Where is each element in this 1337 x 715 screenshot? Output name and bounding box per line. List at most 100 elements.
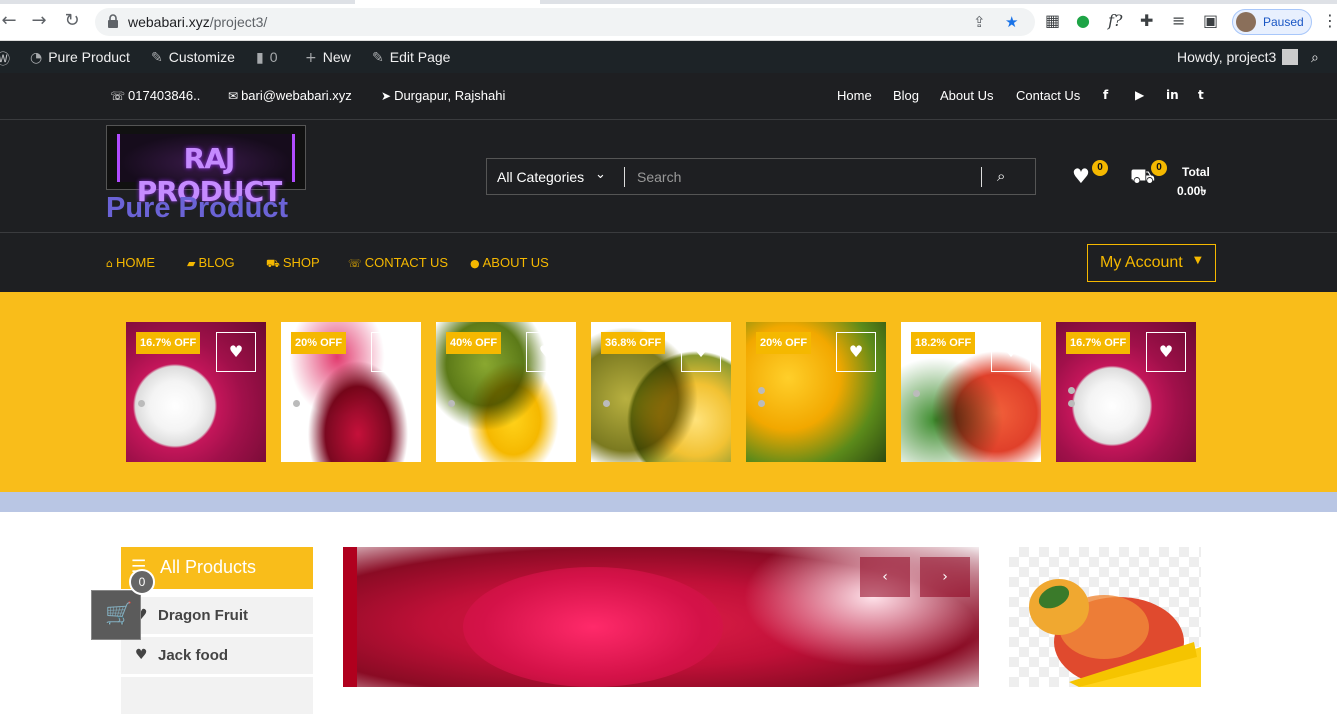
product-card[interactable]: 20% OFF ♥ <box>746 322 886 462</box>
plus-icon: + <box>305 50 317 66</box>
reading-list-icon[interactable]: ≡ <box>1172 12 1185 30</box>
avatar <box>1236 12 1256 32</box>
tab-strip <box>0 0 1337 4</box>
phone-volume-icon: ☏ <box>348 257 362 270</box>
comment-icon: ▮ <box>256 50 264 66</box>
all-products-label: All Products <box>160 557 257 577</box>
grid-extension-icon[interactable]: ▦ <box>1045 12 1060 30</box>
email-info[interactable]: ✉ bari@webabari.xyz <box>228 88 352 103</box>
search-icon[interactable]: ⌕ <box>1311 49 1325 66</box>
discount-badge: 20% OFF <box>756 332 812 354</box>
top-link-home[interactable]: Home <box>837 88 872 103</box>
product-card[interactable]: 16.7% OFF ♥ <box>1056 322 1196 462</box>
product-card[interactable]: 18.2% OFF ♥ <box>901 322 1041 462</box>
address-bar[interactable]: webabari.xyz/project3/ ⇪ ★ <box>95 8 1035 36</box>
product-banner: 16.7% OFF ♥ 20% OFF ♥ 40% OFF ♥ 36.8% OF… <box>0 292 1337 492</box>
new-content-link[interactable]: + New <box>305 49 351 66</box>
top-link-blog[interactable]: Blog <box>893 88 919 103</box>
nav-home[interactable]: ⌂ HOME <box>106 255 155 270</box>
cart-count-badge: 0 <box>1151 160 1167 176</box>
puzzle-icon[interactable]: ✚ <box>1140 12 1153 30</box>
mango-promo-image[interactable] <box>1009 547 1201 687</box>
facebook-icon[interactable]: f <box>1103 88 1108 102</box>
sidebar-item-more[interactable] <box>121 677 313 715</box>
product-card[interactable]: 40% OFF ♥ <box>436 322 576 462</box>
wordpress-logo-icon[interactable]: Ⓦ <box>0 49 16 68</box>
lock-icon <box>108 14 118 28</box>
product-card[interactable]: 16.7% OFF ♥ <box>126 322 266 462</box>
menu-icon[interactable]: ⋮ <box>1322 12 1337 30</box>
divider-stripe <box>0 492 1337 512</box>
nav-blog[interactable]: ▰ BLOG <box>187 255 235 270</box>
share-icon[interactable]: ⇪ <box>973 13 986 31</box>
linkedin-icon[interactable]: in <box>1166 88 1179 102</box>
main-navigation: ⌂ HOME ▰ BLOG ⛟ SHOP ☏ CONTACT US ● ABOUT US … <box>0 233 1337 292</box>
wishlist-heart-icon[interactable]: ♥ <box>836 332 876 372</box>
shopping-cart-icon: 🛒 <box>105 602 133 627</box>
wishlist-heart-icon[interactable]: ♥ <box>1146 332 1186 372</box>
top-link-about[interactable]: About Us <box>940 88 993 103</box>
floating-cart-count: 0 <box>129 569 155 595</box>
sidebar-item-label: Dragon Fruit <box>158 607 248 624</box>
admin-site-link[interactable]: ◔ Pure Product <box>30 49 130 66</box>
nav-about[interactable]: ● ABOUT US <box>470 255 549 270</box>
hero-slider: ‹ › <box>343 547 979 687</box>
sidebar-item-label: Jack food <box>158 647 229 664</box>
product-card[interactable]: 36.8% OFF ♥ <box>591 322 731 462</box>
twitter-icon[interactable]: t <box>1198 88 1204 102</box>
cart-total-label: Total <box>1182 165 1210 179</box>
slider-prev-icon[interactable]: ‹ <box>860 557 910 597</box>
wishlist-heart-icon[interactable]: ♥ <box>681 332 721 372</box>
heart-icon: ♥ <box>135 647 148 663</box>
youtube-icon[interactable]: ▶ <box>1135 88 1144 102</box>
phone-icon: ☏ <box>110 89 126 103</box>
envelope-icon: ✉ <box>228 89 239 103</box>
floating-cart-button[interactable]: 🛒 <box>91 590 141 640</box>
location-info: ➤ Durgapur, Rajshahi <box>381 88 506 103</box>
side-panel-icon[interactable]: ▣ <box>1203 12 1218 30</box>
wishlist-heart-icon[interactable]: ♥ <box>991 332 1031 372</box>
top-link-contact[interactable]: Contact Us <box>1016 88 1080 103</box>
sidebar-item-jack-food[interactable]: ♥ Jack food <box>121 637 313 675</box>
wp-admin-bar: Ⓦ ◔ Pure Product ✎ Customize ▮ 0 + New ✎ Edit… <box>0 41 1337 73</box>
discount-badge: 36.8% OFF <box>601 332 666 354</box>
forward-icon[interactable]: → <box>30 12 48 30</box>
discount-badge: 16.7% OFF <box>1066 332 1131 354</box>
wishlist-heart-icon[interactable]: ♥ <box>216 332 256 372</box>
my-account-label: My Account <box>1100 254 1183 271</box>
slider-next-icon[interactable]: › <box>920 557 970 597</box>
wishlist-heart-icon[interactable]: ♥ <box>371 332 411 372</box>
location-arrow-icon: ➤ <box>381 89 392 103</box>
reload-icon[interactable]: ↻ <box>63 12 81 30</box>
wishlist-heart-icon[interactable]: ♥ <box>1072 164 1090 188</box>
product-card[interactable]: 20% OFF ♥ <box>281 322 421 462</box>
customize-link[interactable]: ✎ Customize <box>151 49 235 66</box>
function-extension-icon[interactable]: f? <box>1108 12 1123 30</box>
site-header: RAJ PRODUCT Pure Product All Categories … <box>0 120 1337 233</box>
back-icon[interactable]: ← <box>0 12 18 30</box>
nav-contact[interactable]: ☏ CONTACT US <box>348 255 448 270</box>
chevron-down-icon[interactable]: ⌄ <box>595 167 606 182</box>
category-select[interactable]: All Categories <box>497 169 584 185</box>
site-title[interactable]: Pure Product <box>106 192 288 225</box>
discount-badge: 18.2% OFF <box>911 332 976 354</box>
my-account-dropdown[interactable]: My Account ▼ <box>1087 244 1216 282</box>
wishlist-heart-icon[interactable]: ♥ <box>526 332 566 372</box>
search-input[interactable] <box>637 166 957 188</box>
sidebar-item-dragon-fruit[interactable]: ♥ Dragon Fruit <box>121 597 313 635</box>
home-icon: ⌂ <box>106 257 113 270</box>
howdy-user[interactable]: Howdy, project3 <box>1177 49 1299 65</box>
edit-page-link[interactable]: ✎ Edit Page <box>372 49 450 66</box>
dashboard-icon: ◔ <box>30 50 43 66</box>
top-info-bar: ☏ 017403846.. ✉ bari@webabari.xyz ➤ Durgapu… <box>0 73 1337 120</box>
user-avatar <box>1282 49 1299 65</box>
profile-button[interactable]: Paused <box>1232 9 1312 35</box>
nav-shop[interactable]: ⛟ SHOP <box>266 255 320 272</box>
check-extension-icon[interactable]: ● <box>1076 12 1090 30</box>
search-button-icon[interactable]: ⌕ <box>997 167 1017 187</box>
bookmark-star-icon[interactable]: ★ <box>1005 13 1018 31</box>
comments-link[interactable]: ▮ 0 <box>256 49 278 66</box>
site-logo[interactable]: RAJ PRODUCT <box>106 125 306 208</box>
discount-badge: 40% OFF <box>446 332 502 354</box>
basket-icon: ⛟ <box>266 257 280 270</box>
